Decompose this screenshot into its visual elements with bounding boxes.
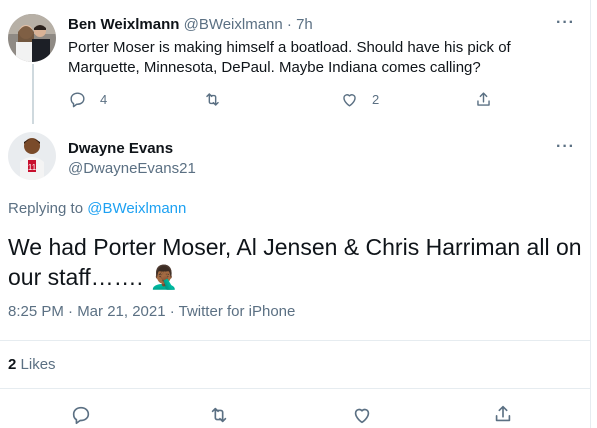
avatar-photo xyxy=(8,14,56,62)
svg-text:11: 11 xyxy=(28,163,37,172)
tweet-text-line: Porter Moser is making himself a boatloa… xyxy=(68,39,511,56)
share-icon xyxy=(477,92,490,106)
author-handle[interactable]: @BWeixlmann xyxy=(184,16,283,33)
avatar-photo: 11 xyxy=(8,132,56,180)
replying-to: Replying to @BWeixlmann xyxy=(8,200,186,217)
likes-summary[interactable]: 2 Likes xyxy=(8,356,56,373)
tweet-text-line: our staff……. xyxy=(8,264,150,290)
tweet-text-line: We had Porter Moser, Al Jensen & Chris H… xyxy=(8,234,582,260)
author-name[interactable]: Dwayne Evans xyxy=(68,140,173,157)
retweet-button[interactable] xyxy=(203,90,222,109)
tweet-text: Porter Moser is making himself a boatloa… xyxy=(68,38,511,78)
author-name[interactable]: Ben Weixlmann xyxy=(68,16,179,33)
divider xyxy=(0,340,590,341)
replying-to-link[interactable]: @BWeixlmann xyxy=(87,200,186,217)
tweet-text-line-2: our staff……. 🤦🏾‍♂️ xyxy=(8,262,582,292)
separator: · xyxy=(286,16,292,33)
share-icon xyxy=(495,405,511,422)
tweet-text: We had Porter Moser, Al Jensen & Chris H… xyxy=(8,232,582,292)
timeline-border xyxy=(590,0,591,428)
reply-count: 4 xyxy=(100,92,108,107)
replying-to-label: Replying to xyxy=(8,200,84,217)
like-button[interactable]: 2 xyxy=(340,90,379,109)
tweet-time[interactable]: 7h xyxy=(296,16,313,33)
more-options-icon[interactable]: ··· xyxy=(556,14,575,32)
reply-button[interactable] xyxy=(70,404,92,426)
retweet-icon xyxy=(206,93,219,106)
thread-line xyxy=(32,64,34,124)
divider xyxy=(0,388,590,389)
share-button[interactable] xyxy=(474,90,493,109)
reply-icon xyxy=(72,406,90,425)
retweet-button[interactable] xyxy=(208,404,230,426)
reply-button[interactable]: 4 xyxy=(68,90,107,109)
retweet-icon xyxy=(211,407,227,423)
reply-icon xyxy=(70,92,85,108)
avatar[interactable]: 11 xyxy=(8,132,56,180)
heart-icon xyxy=(354,408,370,424)
likes-count: 2 xyxy=(8,356,17,373)
parent-header: Ben Weixlmann @BWeixlmann · 7h xyxy=(68,16,313,33)
tweet-text-line: Marquette, Minnesota, DePaul. Maybe Indi… xyxy=(68,59,481,76)
author-handle[interactable]: @DwayneEvans21 xyxy=(68,160,196,177)
facepalm-emoji: 🤦🏾‍♂️ xyxy=(149,264,179,290)
like-button[interactable] xyxy=(351,404,373,426)
likes-label: Likes xyxy=(20,356,56,373)
like-count: 2 xyxy=(372,92,380,107)
share-button[interactable] xyxy=(492,403,514,425)
more-options-icon[interactable]: ··· xyxy=(556,138,575,156)
heart-icon xyxy=(343,94,356,107)
tweet-timestamp[interactable]: 8:25 PM · Mar 21, 2021 · Twitter for iPh… xyxy=(8,303,295,320)
avatar[interactable] xyxy=(8,14,56,62)
